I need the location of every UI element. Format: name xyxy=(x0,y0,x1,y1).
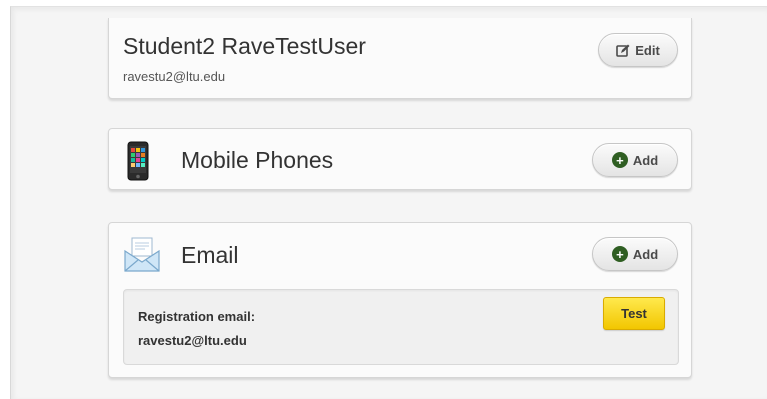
edit-icon xyxy=(616,44,630,57)
edit-button[interactable]: Edit xyxy=(598,33,678,67)
plus-icon: + xyxy=(611,152,628,168)
registration-email-value: ravestu2@ltu.edu xyxy=(138,333,247,348)
profile-card: Student2 RaveTestUser ravestu2@ltu.edu E… xyxy=(108,18,692,99)
add-button-label: Add xyxy=(632,152,659,168)
test-email-button[interactable]: Test xyxy=(603,297,665,330)
add-button-label: Add xyxy=(632,246,659,262)
add-mobile-phone-button[interactable]: + Add xyxy=(592,143,678,177)
add-email-button[interactable]: + Add xyxy=(592,237,678,271)
phone-icon xyxy=(127,141,149,186)
registration-email-label: Registration email: xyxy=(138,309,256,324)
profile-email: ravestu2@ltu.edu xyxy=(123,69,226,84)
plus-icon: + xyxy=(611,246,628,262)
email-title: Email xyxy=(181,242,239,268)
mobile-phones-card: Mobile Phones + Add xyxy=(108,128,692,190)
mobile-phones-title: Mobile Phones xyxy=(181,147,334,173)
profile-name: Student2 RaveTestUser xyxy=(123,33,366,59)
envelope-icon xyxy=(123,235,161,278)
registration-email-panel: Registration email: ravestu2@ltu.edu Tes… xyxy=(123,289,679,365)
email-card: Email + Add Registration email: ravestu2… xyxy=(108,222,692,378)
edit-button-label: Edit xyxy=(635,42,660,58)
